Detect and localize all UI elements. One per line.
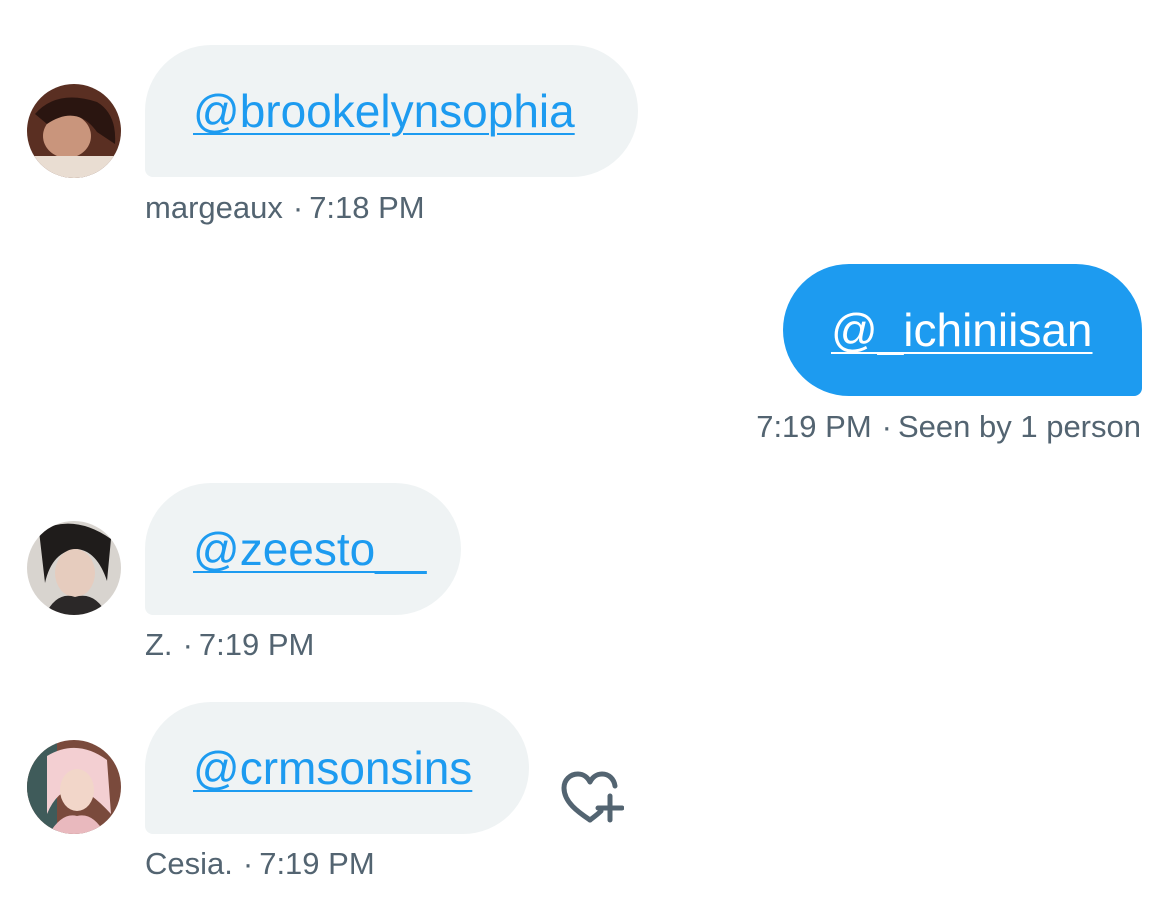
meta-separator: · <box>292 190 304 225</box>
react-button[interactable] <box>560 770 624 826</box>
meta-separator: · <box>881 409 892 444</box>
sender-name: margeaux <box>145 190 283 225</box>
timestamp: 7:19 PM <box>198 627 315 662</box>
message-meta: 7:19 PM · Seen by 1 person <box>756 409 1141 445</box>
heart-plus-icon <box>561 771 624 823</box>
message-bubble-incoming: @crmsonsins <box>145 702 529 834</box>
message-meta: Cesia. · 7:19 PM <box>145 846 375 882</box>
seen-status: Seen by 1 person <box>897 409 1141 444</box>
sender-name: Cesia. <box>145 846 233 881</box>
timestamp: 7:19 PM <box>259 846 375 881</box>
timestamp: 7:19 PM <box>756 409 872 444</box>
mention-link[interactable]: @brookelynsophia <box>193 84 575 138</box>
meta-separator: · <box>182 627 193 662</box>
message-bubble-incoming: @zeesto__ <box>145 483 461 615</box>
message-meta: Z. · 7:19 PM <box>145 627 314 663</box>
avatar-cesia[interactable] <box>27 740 121 834</box>
avatar-image <box>27 521 121 615</box>
avatar-image <box>27 740 121 834</box>
message-bubble-outgoing: @_ichiniisan <box>783 264 1142 396</box>
timestamp: 7:18 PM <box>309 190 425 225</box>
mention-link[interactable]: @_ichiniisan <box>831 303 1093 357</box>
meta-separator: · <box>242 846 254 881</box>
sender-name: Z. <box>145 627 173 662</box>
mention-link[interactable]: @crmsonsins <box>193 741 472 795</box>
avatar-margeaux[interactable] <box>27 84 121 178</box>
message-bubble-incoming: @brookelynsophia <box>145 45 638 177</box>
avatar-z[interactable] <box>27 521 121 615</box>
avatar-image <box>27 84 121 178</box>
mention-link[interactable]: @zeesto__ <box>193 522 426 576</box>
message-meta: margeaux · 7:18 PM <box>145 190 425 226</box>
